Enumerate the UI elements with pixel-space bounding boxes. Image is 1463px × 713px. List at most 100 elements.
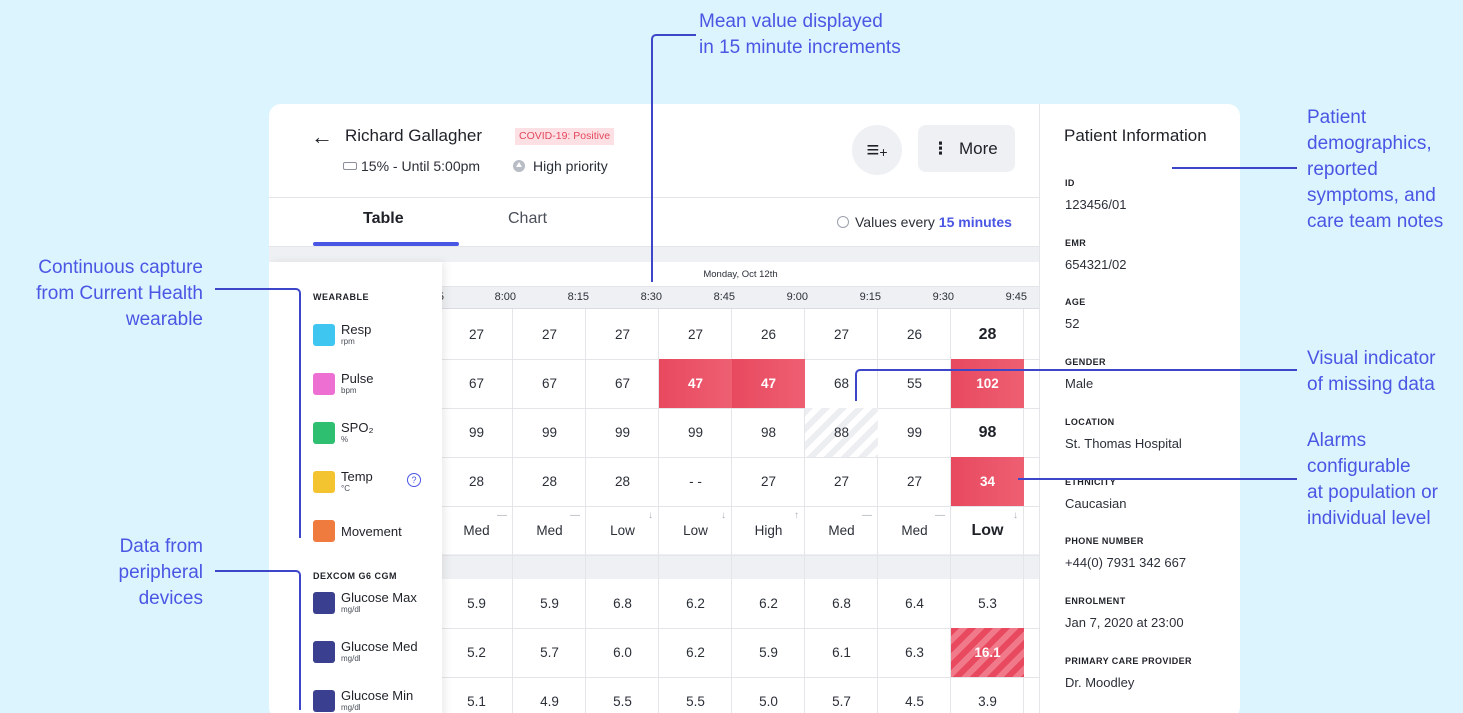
cell-value: 27 [541, 327, 558, 342]
table-cell[interactable]: 5.1 [440, 677, 513, 713]
table-cell[interactable]: 98 [732, 408, 805, 457]
metric-unit: mg/dl [341, 654, 361, 663]
table-cell[interactable]: 67 [586, 359, 659, 408]
table-cell[interactable]: Med — [513, 506, 586, 555]
table-cell[interactable]: Med — [440, 506, 513, 555]
table-cell[interactable]: 99 [878, 408, 951, 457]
time-tick: 9:30 [932, 291, 954, 303]
date-header: Monday, Oct 12th [442, 262, 1039, 287]
table-cell[interactable]: 4.5 [878, 677, 951, 713]
table-cell[interactable]: 3.9 [951, 677, 1024, 713]
cell-value: 99 [541, 425, 558, 440]
more-button[interactable]: ⋮ More [918, 125, 1015, 172]
table-cell[interactable]: 99 [586, 408, 659, 457]
table-cell[interactable]: Low ↓ [659, 506, 732, 555]
table-cell[interactable]: 5.2 [440, 628, 513, 677]
cell-value: 5.0 [759, 694, 778, 709]
patient-info-panel: Patient Information ID 123456/01 EMR 654321… [1039, 104, 1240, 713]
metric-unit: °C [341, 484, 350, 493]
table-cell[interactable]: Low ↓ [951, 506, 1024, 555]
table-cell[interactable]: 99 [513, 408, 586, 457]
table-cell[interactable]: 98 [951, 408, 1024, 457]
table-cell[interactable]: 16.1 [951, 628, 1024, 677]
cell-value: 27 [614, 327, 631, 342]
table-cell[interactable]: 5.9 [513, 579, 586, 628]
cell-value: 4.9 [540, 694, 559, 709]
time-header: 58:008:158:308:459:009:159:309:45 [438, 287, 1039, 309]
callout-continuous-capture: Continuous capture from Current Health w… [36, 257, 203, 330]
table-cell[interactable]: High ↑ [732, 506, 805, 555]
more-vertical-icon: ⋮ [932, 139, 949, 158]
table-cell[interactable]: 26 [732, 310, 805, 359]
metric-name: Glucose Med [341, 639, 418, 654]
table-cell[interactable]: 4.9 [513, 677, 586, 713]
cell-value: 47 [760, 376, 777, 391]
help-icon[interactable]: ? [407, 473, 421, 487]
table-cell[interactable]: 5.7 [805, 677, 878, 713]
table-cell[interactable]: 5.9 [440, 579, 513, 628]
tab-table[interactable]: Table [363, 210, 404, 228]
cell-value: 99 [687, 425, 704, 440]
cell-value: 28 [541, 474, 558, 489]
table-cell[interactable]: 6.3 [878, 628, 951, 677]
table-cell[interactable]: 6.0 [586, 628, 659, 677]
table-cell[interactable]: 6.2 [659, 628, 732, 677]
info-value: Jan 7, 2020 at 23:00 [1065, 615, 1184, 630]
covid-badge: COVID-19: Positive [515, 128, 615, 145]
table-cell[interactable]: Med — [805, 506, 878, 555]
cell-value: 5.9 [467, 596, 486, 611]
table-cell[interactable]: 5.5 [586, 677, 659, 713]
info-value: Caucasian [1065, 496, 1127, 511]
cell-value: 6.8 [832, 596, 851, 611]
table-cell[interactable]: 88 [805, 408, 878, 457]
add-note-button[interactable]: ≡+ [852, 125, 902, 175]
table-cell[interactable]: 27 [586, 310, 659, 359]
time-tick: 8:00 [494, 291, 516, 303]
table-cell[interactable]: 6.8 [586, 579, 659, 628]
info-label: ENROLMENT [1065, 596, 1126, 606]
time-tick: 9:00 [786, 291, 808, 303]
table-cell[interactable]: 27 [513, 310, 586, 359]
tab-chart[interactable]: Chart [508, 210, 547, 228]
table-cell[interactable]: 5.5 [659, 677, 732, 713]
table-cell[interactable]: 5.9 [732, 628, 805, 677]
cell-value: 5.9 [759, 645, 778, 660]
metric-name: Glucose Min [341, 688, 414, 703]
table-cell[interactable]: 6.4 [878, 579, 951, 628]
table-cell[interactable]: 5.0 [732, 677, 805, 713]
table-cell[interactable]: 99 [440, 408, 513, 457]
table-cell[interactable]: 67 [513, 359, 586, 408]
table-cell[interactable]: 6.2 [659, 579, 732, 628]
table-cell[interactable]: Low ↓ [586, 506, 659, 555]
cell-value: 27 [833, 327, 850, 342]
table-cell[interactable]: 5.7 [513, 628, 586, 677]
callout-mean-value: Mean value displayed in 15 minute increm… [699, 11, 901, 58]
table-cell[interactable]: 47 [659, 359, 732, 408]
cell-value: 5.2 [467, 645, 486, 660]
table-cell[interactable]: 27 [440, 310, 513, 359]
table-cell[interactable]: 6.1 [805, 628, 878, 677]
table-cell[interactable]: 27 [659, 310, 732, 359]
table-cell[interactable]: Med — [878, 506, 951, 555]
info-value: St. Thomas Hospital [1065, 436, 1182, 451]
table-cell[interactable]: 6.8 [805, 579, 878, 628]
table-cell[interactable]: 47 [732, 359, 805, 408]
table-cell[interactable]: 28 [951, 310, 1024, 359]
cell-value: 67 [541, 376, 558, 391]
cell-value: 6.0 [613, 645, 632, 660]
cell-value: 27 [760, 474, 777, 489]
table-cell[interactable]: 67 [440, 359, 513, 408]
oxygen-icon [313, 422, 335, 444]
info-field: ID 123456/01 [1065, 178, 1126, 212]
table-cell[interactable]: 99 [659, 408, 732, 457]
cell-value: 5.3 [978, 596, 997, 611]
cgm-header: DEXCOM G6 CGM [313, 571, 398, 581]
table-cell[interactable]: 26 [878, 310, 951, 359]
table-cell[interactable]: 5.3 [951, 579, 1024, 628]
metric-name: Pulse [341, 371, 374, 386]
cell-value: Med [463, 523, 490, 538]
table-cell[interactable]: 6.2 [732, 579, 805, 628]
cell-value: 26 [906, 327, 923, 342]
arrow-left-icon[interactable]: ← [311, 124, 333, 150]
table-cell[interactable]: 27 [805, 310, 878, 359]
